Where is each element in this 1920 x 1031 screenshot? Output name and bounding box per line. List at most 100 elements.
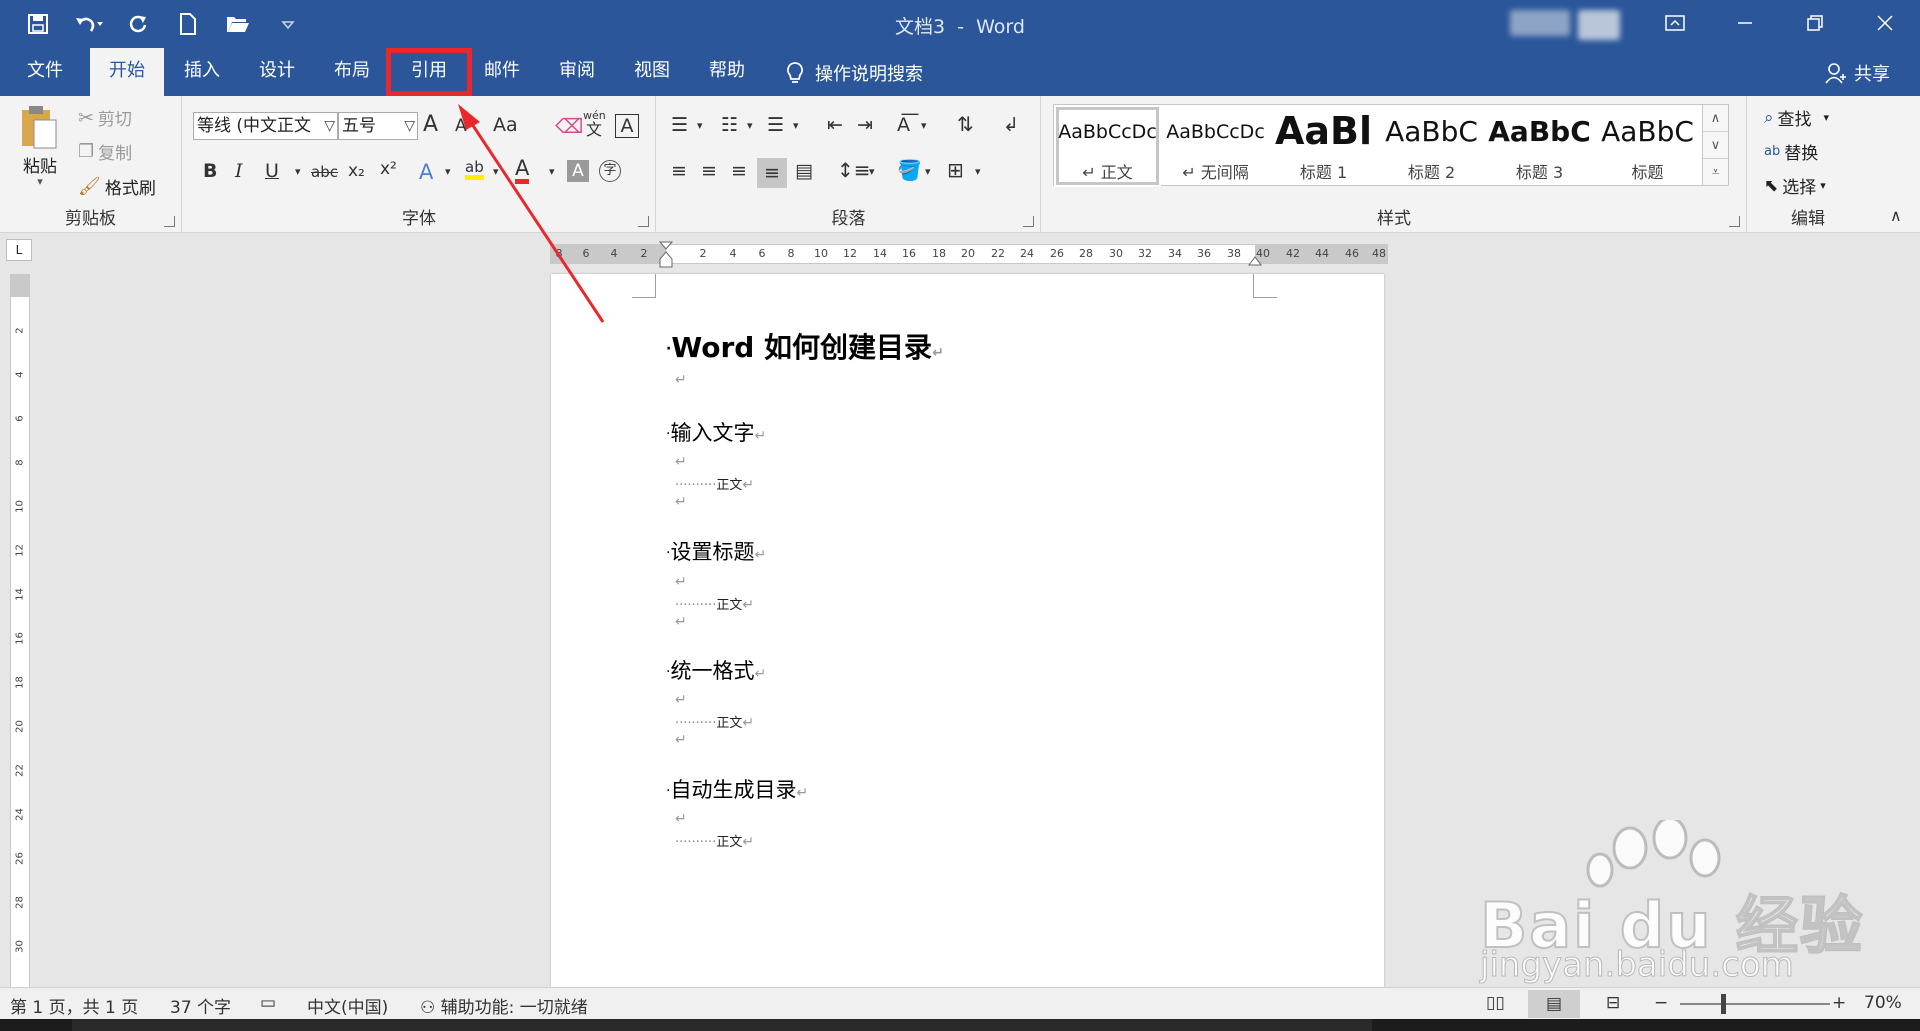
style-no-spacing[interactable]: AaBbCcDc ↵ 无间隔 [1162,105,1269,187]
document-page[interactable]: ·Word 如何创建目录↵ ↵ ·输入文字↵ ↵ ··········正文↵ ↵… [551,274,1384,987]
close-icon[interactable] [1850,0,1920,46]
tab-mailings[interactable]: 邮件 [466,48,538,96]
tab-layout[interactable]: 布局 [316,48,388,96]
cut-button[interactable]: ✂ 剪切 [78,105,132,131]
paragraph-launcher-icon[interactable] [1023,216,1034,227]
line-spacing-dropdown-icon[interactable]: ▾ [869,166,875,177]
styles-launcher-icon[interactable] [1729,216,1740,227]
borders-dropdown-icon[interactable]: ▾ [975,166,981,177]
character-border-icon[interactable]: A [615,114,639,138]
paste-button[interactable]: 粘贴 ▾ [20,104,60,188]
align-right-icon[interactable]: ≡ [731,162,747,181]
share-button[interactable]: 共享 [1824,60,1890,86]
gallery-up-icon[interactable]: ∧ [1703,105,1728,132]
restore-icon[interactable] [1780,0,1850,46]
web-layout-icon[interactable]: ⊟ [1606,993,1620,1013]
chevron-down-icon[interactable]: ▽ [324,113,335,139]
font-launcher-icon[interactable] [638,216,649,227]
italic-icon[interactable]: I [235,162,243,181]
tab-file[interactable]: 文件 [10,48,80,96]
style-heading-1[interactable]: AaBl 标题 1 [1270,105,1377,187]
vertical-ruler[interactable]: 2 4 6 8 10 12 14 16 18 20 22 24 26 28 30 [10,274,30,987]
page-count[interactable]: 第 1 页，共 1 页 [10,993,138,1018]
text-effects-icon[interactable]: A [419,162,433,183]
font-color-dropdown-icon[interactable]: ▾ [549,166,555,177]
zoom-slider-thumb[interactable] [1721,994,1726,1014]
find-button[interactable]: ⌕ 查找 ▾ [1764,105,1830,131]
grow-font-icon[interactable]: A [423,114,438,136]
heading-paragraph[interactable]: ·设置标题↵ [666,536,766,566]
font-family-combo[interactable]: 等线 (中文正文 ▽ [193,112,338,140]
tab-home[interactable]: 开始 [90,48,164,96]
clipboard-launcher-icon[interactable] [164,216,175,227]
gallery-down-icon[interactable]: ∨ [1703,132,1728,159]
indent-marker-icon[interactable] [659,241,673,271]
justify-icon[interactable]: ≡ [757,158,787,188]
multilevel-list-icon[interactable]: ☰ [767,116,784,135]
style-heading-2[interactable]: AaBbC 标题 2 [1378,105,1485,187]
zoom-level[interactable]: 70% [1864,993,1902,1013]
empty-paragraph[interactable]: ↵ [675,614,687,630]
highlight-dropdown-icon[interactable]: ▾ [493,166,499,177]
numbering-icon[interactable]: ☷ [721,116,738,135]
borders-icon[interactable]: ⊞ [947,160,964,180]
heading-paragraph[interactable]: ·自动生成目录↵ [666,774,808,804]
style-normal[interactable]: AaBbCcDc ↵ 正文 [1054,105,1161,187]
tab-help[interactable]: 帮助 [690,48,764,96]
sort-icon[interactable]: ⇅ [957,114,974,134]
style-heading-3[interactable]: AaBbC 标题 3 [1486,105,1593,187]
copy-button[interactable]: ❐ 复制 [78,139,132,164]
body-paragraph[interactable]: ··········正文↵ [675,831,754,850]
tab-design[interactable]: 设计 [240,48,314,96]
find-dropdown-icon[interactable]: ▾ [1824,111,1830,124]
tab-insert[interactable]: 插入 [166,48,238,96]
body-paragraph[interactable]: ··········正文↵ [675,474,754,493]
align-center-icon[interactable]: ≡ [701,162,717,181]
strikethrough-icon[interactable]: abc [311,165,338,180]
empty-paragraph[interactable]: ↵ [675,372,687,388]
font-size-combo[interactable]: 五号 ▽ [338,112,418,140]
select-button[interactable]: ⬉ 选择 ▾ [1764,173,1826,199]
right-indent-marker-icon[interactable] [1248,253,1262,267]
show-marks-icon[interactable]: ↲ [1003,116,1019,135]
body-paragraph[interactable]: ··········正文↵ [675,594,754,613]
account-avatar[interactable] [1510,10,1620,40]
language-status[interactable]: 中文(中国) [307,993,388,1018]
underline-dropdown-icon[interactable]: ▾ [295,166,301,177]
text-effects-dropdown-icon[interactable]: ▾ [445,166,451,177]
empty-paragraph[interactable]: ↵ [675,494,687,510]
line-spacing-icon[interactable]: ↕≡ [837,160,871,180]
font-color-icon[interactable]: A [515,158,530,184]
numbering-dropdown-icon[interactable]: ▾ [747,120,753,131]
shading-bucket-icon[interactable]: 🪣 [897,160,922,180]
superscript-icon[interactable]: x² [380,161,397,178]
subscript-icon[interactable]: x₂ [348,163,365,180]
proofing-icon[interactable]: ▭ [260,993,276,1013]
print-layout-icon[interactable]: ▤ [1528,990,1580,1018]
shading-dropdown-icon[interactable]: ▾ [925,166,931,177]
bullets-dropdown-icon[interactable]: ▾ [697,120,703,131]
empty-paragraph[interactable]: ↵ [675,692,687,708]
tab-review[interactable]: 审阅 [540,48,614,96]
style-title[interactable]: AaBbC 标题 [1594,105,1701,187]
tab-selector[interactable]: L [6,239,32,261]
read-mode-icon[interactable]: ▯▯ [1486,993,1505,1013]
minimize-icon[interactable] [1710,0,1780,46]
empty-paragraph[interactable]: ↵ [675,454,687,470]
accessibility-status[interactable]: ⚇ 辅助功能: 一切就绪 [420,993,588,1018]
tab-view[interactable]: 视图 [616,48,688,96]
character-shading-icon[interactable]: A [567,160,589,182]
decrease-indent-icon[interactable]: ⇤ [827,116,843,135]
empty-paragraph[interactable]: ↵ [675,811,687,827]
chinese-layout-dropdown-icon[interactable]: ▾ [921,120,927,131]
align-left-icon[interactable]: ≡ [671,162,687,181]
increase-indent-icon[interactable]: ⇥ [857,116,873,135]
empty-paragraph[interactable]: ↵ [675,732,687,748]
ribbon-display-options-icon[interactable] [1640,0,1710,46]
heading-paragraph[interactable]: ·统一格式↵ [666,655,766,685]
highlighter-icon[interactable]: ab [465,160,484,180]
format-painter-button[interactable]: 🖌 格式刷 [78,174,156,199]
zoom-out-button[interactable]: − [1654,993,1668,1013]
clear-formatting-icon[interactable]: ⌫ [555,116,583,136]
document-title[interactable]: ·Word 如何创建目录↵ [666,326,944,366]
